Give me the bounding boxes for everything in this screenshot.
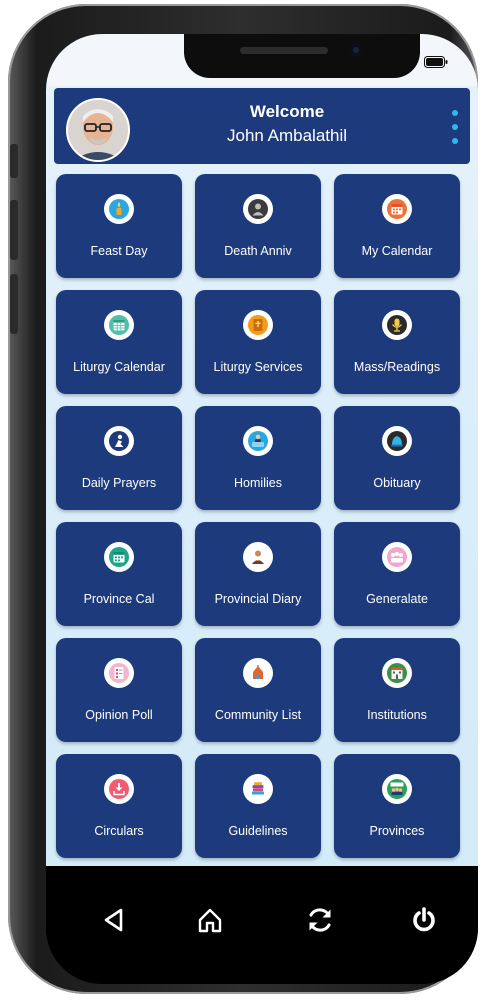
tile-label: Institutions bbox=[367, 708, 427, 722]
bible-icon bbox=[243, 310, 273, 340]
calendar-icon bbox=[104, 542, 134, 572]
notch bbox=[184, 34, 420, 78]
tile-daily-prayers[interactable]: Daily Prayers bbox=[56, 406, 182, 510]
volume-up-button bbox=[10, 200, 18, 260]
group-icon bbox=[382, 542, 412, 572]
tile-label: Death Anniv bbox=[224, 244, 292, 258]
phone-frame: Welcome John Ambalathil Feast Day Death … bbox=[8, 4, 478, 994]
user-name: John Ambalathil bbox=[226, 126, 348, 145]
overflow-menu-icon[interactable] bbox=[450, 110, 460, 144]
tile-label: Provinces bbox=[369, 824, 425, 838]
tile-label: Daily Prayers bbox=[81, 476, 157, 490]
candle-icon bbox=[104, 194, 134, 224]
tile-institutions[interactable]: Institutions bbox=[334, 638, 460, 742]
power-icon[interactable] bbox=[402, 898, 446, 942]
tile-label: Community List bbox=[214, 708, 302, 722]
feature-grid: Feast Day Death Anniv My Calendar Liturg… bbox=[56, 174, 468, 858]
calendar-icon bbox=[382, 194, 412, 224]
silent-switch bbox=[10, 144, 18, 178]
tile-label: Province Cal bbox=[83, 592, 155, 606]
priest-icon bbox=[243, 542, 273, 572]
church-icon bbox=[243, 658, 273, 688]
tile-guidelines[interactable]: Guidelines bbox=[195, 754, 321, 858]
app-body: Welcome John Ambalathil Feast Day Death … bbox=[46, 86, 478, 866]
poll-form-icon bbox=[104, 658, 134, 688]
tile-obituary[interactable]: Obituary bbox=[334, 406, 460, 510]
welcome-header: Welcome John Ambalathil bbox=[54, 88, 470, 164]
people-board-icon bbox=[382, 774, 412, 804]
preacher-icon bbox=[243, 426, 273, 456]
tile-label: Homilies bbox=[234, 476, 282, 490]
back-icon[interactable] bbox=[92, 898, 136, 942]
refresh-icon[interactable] bbox=[298, 898, 342, 942]
tile-label: Feast Day bbox=[90, 244, 148, 258]
microphone-icon bbox=[382, 310, 412, 340]
tile-liturgy-calendar[interactable]: Liturgy Calendar bbox=[56, 290, 182, 394]
avatar-portrait bbox=[68, 100, 128, 160]
tile-my-calendar[interactable]: My Calendar bbox=[334, 174, 460, 278]
phone-screen: Welcome John Ambalathil Feast Day Death … bbox=[46, 34, 478, 984]
tile-label: My Calendar bbox=[361, 244, 433, 258]
tile-label: Mass/Readings bbox=[353, 360, 441, 374]
volume-down-button bbox=[10, 274, 18, 334]
tile-label: Guidelines bbox=[228, 824, 288, 838]
avatar[interactable] bbox=[66, 98, 130, 162]
tile-label: Liturgy Calendar bbox=[73, 360, 165, 374]
speaker-grille bbox=[240, 47, 328, 54]
system-nav-bar bbox=[46, 866, 478, 984]
bell-icon bbox=[382, 426, 412, 456]
download-tray-icon bbox=[104, 774, 134, 804]
tile-liturgy-services[interactable]: Liturgy Services bbox=[195, 290, 321, 394]
building-icon bbox=[382, 658, 412, 688]
tile-province-cal[interactable]: Province Cal bbox=[56, 522, 182, 626]
tile-provinces[interactable]: Provinces bbox=[334, 754, 460, 858]
calendar-grid-icon bbox=[104, 310, 134, 340]
tile-provincial-diary[interactable]: Provincial Diary bbox=[195, 522, 321, 626]
books-icon bbox=[243, 774, 273, 804]
tile-mass-readings[interactable]: Mass/Readings bbox=[334, 290, 460, 394]
welcome-title: Welcome bbox=[249, 102, 325, 121]
tile-death-anniv[interactable]: Death Anniv bbox=[195, 174, 321, 278]
tile-homilies[interactable]: Homilies bbox=[195, 406, 321, 510]
tile-label: Obituary bbox=[373, 476, 421, 490]
tile-generalate[interactable]: Generalate bbox=[334, 522, 460, 626]
battery-icon bbox=[424, 56, 448, 68]
home-icon[interactable] bbox=[188, 898, 232, 942]
tile-label: Opinion Poll bbox=[85, 708, 153, 722]
front-camera bbox=[350, 44, 362, 56]
tile-label: Provincial Diary bbox=[214, 592, 302, 606]
tile-opinion-poll[interactable]: Opinion Poll bbox=[56, 638, 182, 742]
tile-label: Liturgy Services bbox=[213, 360, 303, 374]
tile-label: Circulars bbox=[94, 824, 144, 838]
tile-label: Generalate bbox=[366, 592, 428, 606]
person-silhouette-icon bbox=[243, 194, 273, 224]
tile-feast-day[interactable]: Feast Day bbox=[56, 174, 182, 278]
tile-circulars[interactable]: Circulars bbox=[56, 754, 182, 858]
tile-community-list[interactable]: Community List bbox=[195, 638, 321, 742]
praying-person-icon bbox=[104, 426, 134, 456]
